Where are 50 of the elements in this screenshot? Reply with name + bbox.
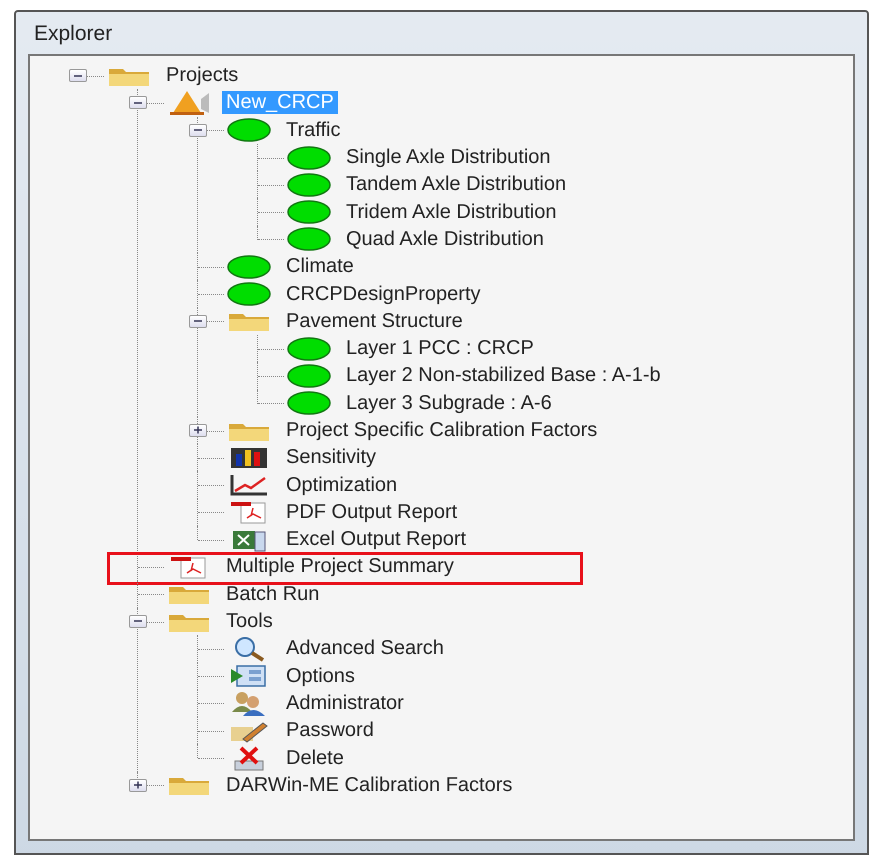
status-icon — [226, 254, 272, 279]
tree-item[interactable]: Sensitivity — [282, 446, 380, 470]
tree-item[interactable]: Layer 2 Non-stabilized Base : A-1-b — [342, 364, 665, 388]
status-icon — [286, 200, 332, 224]
status-icon — [286, 146, 332, 170]
tree-item[interactable]: Layer 1 PCC : CRCP — [342, 337, 538, 360]
tree-item[interactable]: Traffic — [282, 118, 344, 142]
tree-item[interactable]: Tridem Axle Distribution — [342, 200, 560, 224]
tree-item[interactable]: Tools — [222, 610, 277, 634]
expander-button[interactable] — [189, 124, 207, 137]
tree-item[interactable]: Multiple Project Summary — [222, 555, 458, 578]
tree-item[interactable]: Batch Run — [222, 582, 324, 606]
tree-item[interactable]: PDF Output Report — [282, 500, 462, 524]
tree-item[interactable]: DARWin-ME Calibration Factors — [222, 774, 516, 797]
cone-icon — [167, 88, 211, 117]
tree-item[interactable]: Delete — [282, 746, 348, 770]
expander-button[interactable] — [129, 614, 147, 628]
plus-icon — [133, 781, 143, 790]
tree-item[interactable]: Optimization — [282, 474, 402, 497]
plus-icon — [193, 426, 203, 434]
status-icon — [286, 172, 332, 197]
expander-button[interactable] — [69, 69, 87, 82]
tree-item[interactable]: Advanced Search — [282, 637, 448, 660]
status-icon — [226, 118, 272, 142]
status-icon — [286, 364, 332, 388]
expander-button[interactable] — [189, 424, 207, 437]
tree-item[interactable]: Pavement Structure — [282, 310, 467, 333]
tree-item[interactable]: Climate — [282, 255, 358, 278]
tree-item[interactable]: Excel Output Report — [282, 528, 470, 552]
tree-item[interactable]: Tandem Axle Distribution — [342, 173, 570, 196]
tree-item[interactable]: Projects — [162, 64, 242, 88]
tree-item[interactable]: Layer 3 Subgrade : A-6 — [342, 392, 556, 415]
tree-item[interactable]: CRCPDesignProperty — [282, 282, 485, 306]
bar-chart-icon — [229, 446, 269, 470]
tree-item[interactable]: Quad Axle Distribution — [342, 228, 548, 251]
window-title: Explorer — [33, 21, 114, 47]
tree-item[interactable]: Project Specific Calibration Factors — [282, 419, 602, 442]
tree-item[interactable]: Password — [282, 719, 378, 742]
status-icon — [286, 391, 332, 416]
expander-button[interactable] — [189, 314, 207, 328]
expander-button[interactable] — [129, 778, 147, 792]
line-chart-icon — [229, 473, 269, 498]
options-icon — [229, 664, 269, 688]
status-icon — [286, 227, 332, 252]
tree-item[interactable]: Options — [282, 664, 359, 688]
status-icon — [226, 282, 272, 306]
tree-item[interactable]: Administrator — [282, 692, 408, 715]
status-icon — [286, 336, 332, 361]
expander-button[interactable] — [129, 96, 147, 110]
tree-item[interactable]: Single Axle Distribution — [342, 146, 555, 170]
